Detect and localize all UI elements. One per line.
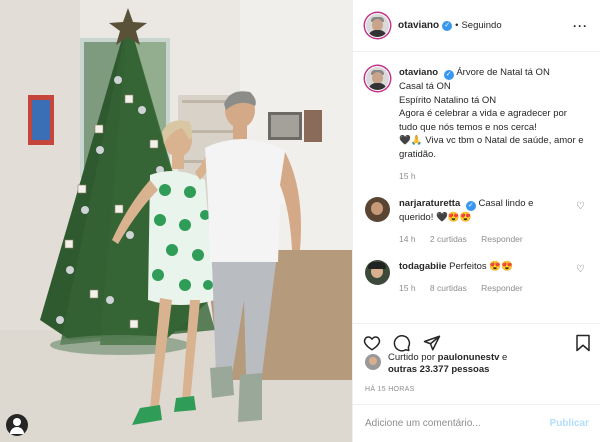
comment-item: todagabiie Perfeitos 😍😍 15 h 8 curtidas … xyxy=(365,259,588,296)
comment-text: Perfeitos 😍😍 xyxy=(449,260,513,272)
christmas-couple-photo xyxy=(0,0,352,442)
comment-input[interactable] xyxy=(365,418,550,429)
caption-line: Agora é celebrar a vida e agradecer por … xyxy=(399,108,567,133)
likes-count[interactable]: outras 23.377 pessoas xyxy=(388,364,489,375)
publish-button[interactable]: Publicar xyxy=(550,418,589,429)
author-avatar[interactable] xyxy=(365,13,390,38)
caption-line: Espírito Natalino tá ON xyxy=(399,94,497,106)
comment-username[interactable]: narjaraturetta xyxy=(399,198,460,209)
comment-like-icon[interactable]: ♡ xyxy=(576,260,588,296)
comment-likes[interactable]: 8 curtidas xyxy=(430,283,467,293)
verified-icon: ✓ xyxy=(442,20,453,31)
comments-list: otaviano ✓ Árvore de Natal tá ON Casal t… xyxy=(353,52,600,323)
reply-button[interactable]: Responder xyxy=(481,283,523,293)
caption-line: 🖤🙏 Viva vc tbm o Natal de saúde, amor e … xyxy=(399,135,584,160)
heart-icon[interactable] xyxy=(363,334,381,352)
author-username[interactable]: otaviano xyxy=(398,20,439,31)
liker-avatar[interactable] xyxy=(365,354,381,370)
verified-icon: ✓ xyxy=(443,70,454,80)
comment-likes[interactable]: 2 curtidas xyxy=(430,234,467,244)
post-photo[interactable] xyxy=(0,0,352,442)
commenter-avatar[interactable] xyxy=(365,196,390,222)
liked-by: Curtido por paulonunestv e outras 23.377… xyxy=(365,352,507,376)
share-icon[interactable] xyxy=(423,334,441,352)
caption: otaviano ✓ Árvore de Natal tá ON Casal t… xyxy=(365,66,588,184)
post-timestamp[interactable]: HÁ 15 HORAS xyxy=(365,386,415,393)
bookmark-icon[interactable] xyxy=(575,334,591,352)
more-options-icon[interactable]: ··· xyxy=(573,19,588,33)
reply-button[interactable]: Responder xyxy=(481,234,523,244)
commenter-avatar[interactable] xyxy=(365,259,390,285)
follow-status-button[interactable]: Seguindo xyxy=(461,20,501,31)
caption-line: Árvore de Natal tá ON xyxy=(456,67,550,78)
verified-icon: ✓ xyxy=(465,200,476,211)
comment-username[interactable]: todagabiie xyxy=(399,261,447,272)
add-comment-bar: Publicar xyxy=(353,404,600,442)
post-side-panel: otaviano ✓ • Seguindo ··· otaviano ✓ Árv… xyxy=(352,0,600,442)
comment-time[interactable]: 14 h xyxy=(399,234,416,244)
liked-by-prefix: Curtido por xyxy=(388,352,435,363)
caption-time[interactable]: 15 h xyxy=(399,171,416,181)
comment-item: narjaraturetta ✓ Casal lindo e querido! … xyxy=(365,196,588,247)
liker-username[interactable]: paulonunestv xyxy=(438,352,500,363)
action-bar xyxy=(353,323,600,353)
comment-time[interactable]: 15 h xyxy=(399,283,416,293)
separator-dot: • xyxy=(455,20,459,31)
comment-like-icon[interactable]: ♡ xyxy=(576,197,588,247)
tagged-user-icon[interactable] xyxy=(6,414,28,436)
comment-icon[interactable] xyxy=(393,334,411,352)
post-header: otaviano ✓ • Seguindo ··· xyxy=(353,0,600,52)
caption-avatar[interactable] xyxy=(365,66,390,91)
caption-line: Casal tá ON xyxy=(399,81,451,92)
liked-by-conjunction: e xyxy=(502,352,508,363)
caption-username[interactable]: otaviano xyxy=(399,67,438,78)
